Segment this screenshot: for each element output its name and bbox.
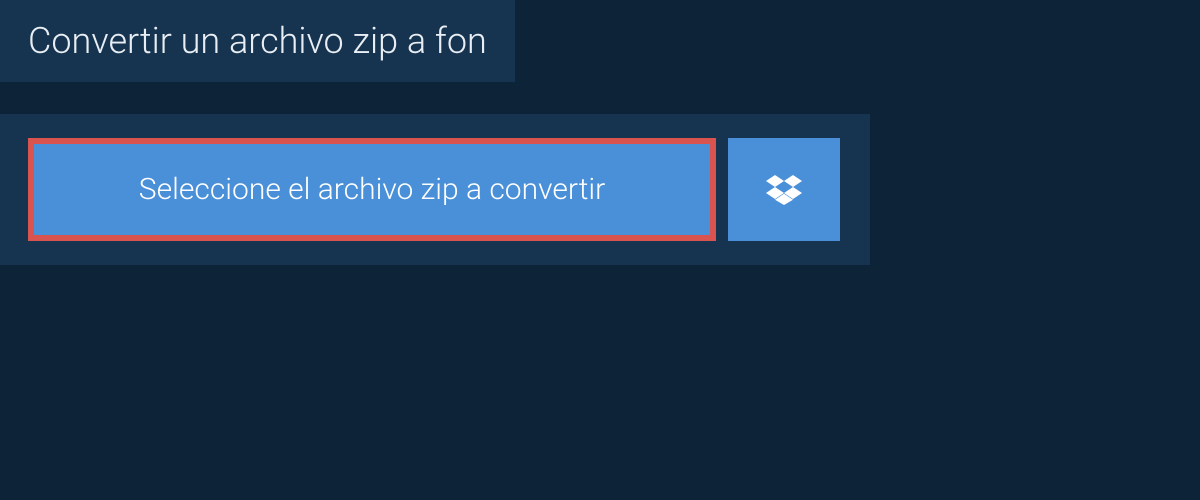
header-bar: Convertir un archivo zip a fon	[0, 0, 515, 82]
select-file-button[interactable]: Seleccione el archivo zip a convertir	[28, 138, 716, 241]
page-title: Convertir un archivo zip a fon	[28, 20, 487, 62]
dropbox-button[interactable]	[728, 138, 840, 241]
dropbox-icon	[766, 172, 802, 208]
button-row: Seleccione el archivo zip a convertir	[28, 138, 842, 241]
file-select-panel: Seleccione el archivo zip a convertir	[0, 114, 870, 265]
